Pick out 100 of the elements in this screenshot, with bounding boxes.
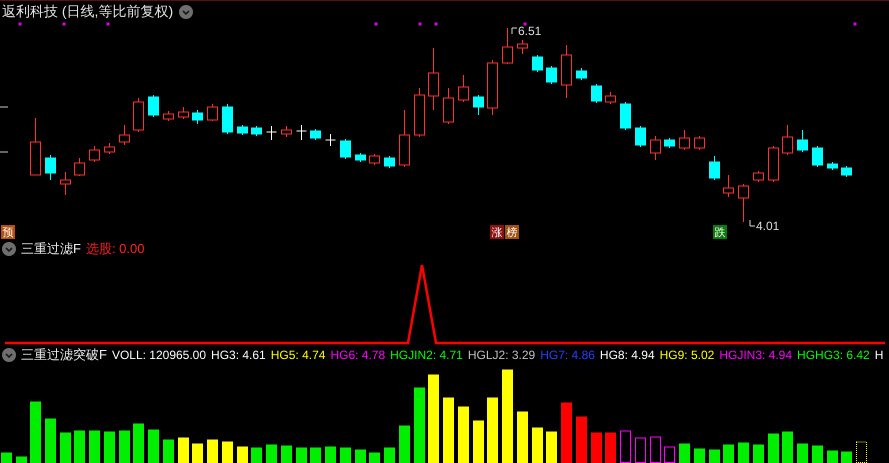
volume-bar (723, 444, 734, 463)
candlestick (664, 138, 675, 148)
volume-bar (192, 444, 203, 463)
candlestick (576, 68, 587, 80)
volume-bar (119, 430, 130, 463)
candlestick (60, 172, 71, 196)
indicator-reading: H (874, 348, 884, 362)
volume-bar (60, 432, 71, 463)
axis-tick (0, 106, 8, 108)
candlestick (178, 106, 189, 120)
volume-bar (237, 446, 248, 463)
candlestick (325, 134, 336, 146)
volume-bar (650, 436, 661, 463)
volume-bar (89, 430, 100, 463)
volume-bar (30, 402, 41, 463)
signal-badge: 榜 (505, 225, 519, 239)
volume-bar (384, 448, 395, 463)
candlestick (133, 98, 144, 132)
volume-bar (458, 406, 469, 463)
price-label: 6.51 (512, 24, 542, 38)
volume-bar (340, 448, 351, 463)
volume-bar (296, 448, 307, 463)
candlestick (355, 152, 366, 162)
volume-bar (576, 416, 587, 463)
volume-bar (561, 402, 572, 463)
volume-bar (281, 446, 292, 463)
candlestick (605, 92, 616, 104)
volume-bar (738, 442, 749, 463)
volume-bar (45, 418, 56, 463)
candlestick (827, 162, 838, 170)
candlestick (797, 130, 808, 152)
candlestick (119, 124, 130, 146)
volume-bar (355, 450, 366, 463)
candlestick (473, 94, 484, 116)
volume-bar (251, 448, 262, 463)
candlestick (148, 94, 159, 118)
volume-bar (443, 398, 454, 463)
volume-bar (148, 430, 159, 463)
candlestick (546, 66, 557, 84)
candlestick (841, 166, 852, 178)
candlestick (340, 138, 351, 160)
candlestick (561, 44, 572, 98)
candlestick (428, 48, 439, 110)
indicator-reading: HGJIN2: 4.71 (390, 348, 463, 362)
candlestick (709, 156, 720, 180)
dropdown-icon[interactable] (179, 4, 194, 18)
candlestick (532, 54, 543, 72)
candlestick (679, 130, 690, 150)
candlestick (310, 128, 321, 140)
chart-title: 返利科技 (日线,等比前复权) (2, 2, 174, 20)
candlestick (635, 126, 646, 148)
indicator-reading: HG8: 4.94 (600, 348, 655, 362)
volume-bar (546, 432, 557, 463)
volume-bar (841, 452, 852, 463)
candlestick (399, 110, 410, 168)
candlestick (192, 110, 203, 124)
price-label: 4.01 (750, 219, 780, 233)
dropdown-icon[interactable] (2, 242, 16, 256)
candlestick (369, 154, 380, 166)
candlestick (591, 84, 602, 104)
signal-badge: 预 (1, 225, 15, 239)
candlestick (723, 174, 734, 198)
candlestick (502, 28, 513, 64)
indicator-reading: HG5: 4.74 (270, 348, 326, 362)
candlestick (74, 158, 85, 176)
signal-badge: 涨 (490, 225, 504, 239)
indicator-reading: HG3: 4.61 (211, 348, 266, 362)
candlestick (163, 110, 174, 122)
volume-bar (163, 440, 174, 463)
candlestick (414, 88, 425, 138)
indicator-name: 三重过滤F (21, 240, 81, 258)
candlestick (104, 142, 115, 154)
volume-bar (797, 444, 808, 463)
indicator-reading: HG7: 4.86 (540, 348, 595, 362)
volume-bar (207, 440, 218, 463)
volume-bar (473, 420, 484, 463)
dropdown-icon[interactable] (2, 348, 16, 362)
volume-bar (768, 434, 779, 463)
volume-bar (222, 442, 233, 463)
candlestick (45, 154, 56, 180)
candlestick (30, 118, 41, 176)
volume-bar (310, 448, 321, 463)
candlestick (251, 126, 262, 136)
volume-bar (369, 452, 380, 463)
volume-bar (694, 448, 705, 463)
candlestick (222, 104, 233, 134)
volume-bar (325, 446, 336, 463)
indicator-reading: VOLL: 120965.00 (112, 348, 206, 362)
volume-bar (635, 438, 646, 463)
volume-bar (399, 426, 410, 463)
indicator-reading: HGLJ2: 3.29 (468, 348, 536, 362)
candlestick (768, 146, 779, 182)
candlestick (207, 104, 218, 122)
indicator-reading: HG9: 5.02 (660, 348, 714, 362)
volume-bar (532, 428, 543, 463)
volume-bar (266, 444, 277, 463)
candlestick (812, 146, 823, 168)
indicator-reading: HGHG3: 6.42 (797, 348, 870, 362)
volume-bar (856, 442, 867, 463)
candlestick (487, 60, 498, 116)
